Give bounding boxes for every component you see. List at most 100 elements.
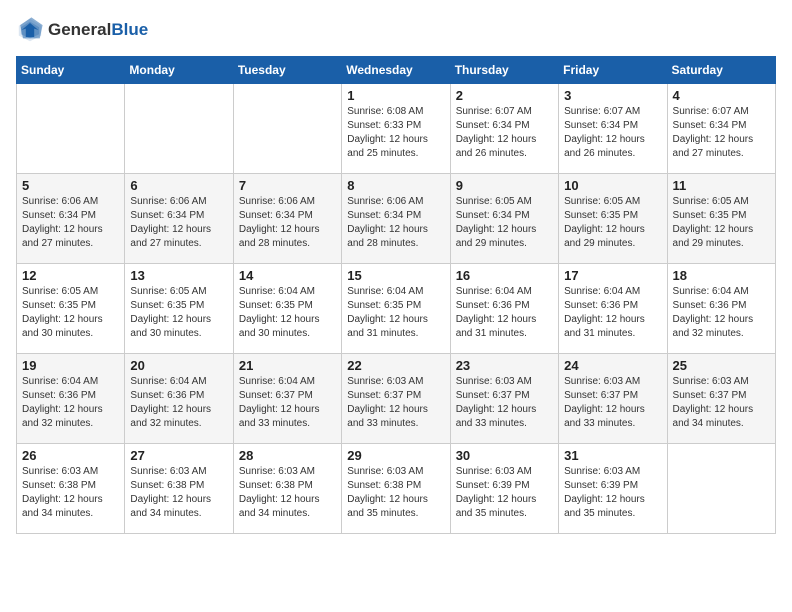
day-number: 16 <box>456 268 553 283</box>
day-number: 23 <box>456 358 553 373</box>
calendar-cell: 11 Sunrise: 6:05 AM Sunset: 6:35 PM Dayli… <box>667 174 775 264</box>
day-info: Sunrise: 6:04 AM Sunset: 6:37 PM Dayligh… <box>239 375 336 431</box>
calendar-cell: 28 Sunrise: 6:03 AM Sunset: 6:38 PM Dayli… <box>233 444 341 534</box>
calendar-cell: 6Sunrise: 6:06 AM Sunset: 6:34 PM Daylig… <box>125 174 233 264</box>
calendar-cell: 9 Sunrise: 6:05 AM Sunset: 6:34 PM Daylig… <box>450 174 558 264</box>
day-number: 25 <box>673 358 770 373</box>
calendar-cell: 3 Sunrise: 6:07 AM Sunset: 6:34 PM Daylig… <box>559 84 667 174</box>
calendar-cell: 4 Sunrise: 6:07 AM Sunset: 6:34 PM Daylig… <box>667 84 775 174</box>
calendar-cell <box>17 84 125 174</box>
day-number: 1 <box>347 88 444 103</box>
calendar-cell: 31 Sunrise: 6:03 AM Sunset: 6:39 PM Dayli… <box>559 444 667 534</box>
calendar-body: 1 Sunrise: 6:08 AM Sunset: 6:33 PM Daylig… <box>17 84 776 534</box>
day-info: Sunrise: 6:05 AM Sunset: 6:35 PM Dayligh… <box>130 285 227 341</box>
weekday-header: Wednesday <box>342 57 450 84</box>
day-info: Sunrise: 6:06 AM Sunset: 6:34 PM Dayligh… <box>239 195 336 251</box>
calendar-cell: 23 Sunrise: 6:03 AM Sunset: 6:37 PM Dayli… <box>450 354 558 444</box>
calendar-header-row: SundayMondayTuesdayWednesdayThursdayFrid… <box>17 57 776 84</box>
day-info: Sunrise: 6:06 AM Sunset: 6:34 PM Dayligh… <box>22 195 119 251</box>
weekday-header: Friday <box>559 57 667 84</box>
logo-icon <box>16 16 44 44</box>
calendar-cell: 13 Sunrise: 6:05 AM Sunset: 6:35 PM Dayli… <box>125 264 233 354</box>
day-number: 22 <box>347 358 444 373</box>
day-info: Sunrise: 6:03 AM Sunset: 6:37 PM Dayligh… <box>347 375 444 431</box>
calendar-cell: 8Sunrise: 6:06 AM Sunset: 6:34 PM Daylig… <box>342 174 450 264</box>
calendar-cell: 26 Sunrise: 6:03 AM Sunset: 6:38 PM Dayli… <box>17 444 125 534</box>
day-number: 13 <box>130 268 227 283</box>
day-number: 28 <box>239 448 336 463</box>
calendar-cell: 21 Sunrise: 6:04 AM Sunset: 6:37 PM Dayli… <box>233 354 341 444</box>
calendar-cell: 16 Sunrise: 6:04 AM Sunset: 6:36 PM Dayli… <box>450 264 558 354</box>
calendar-cell: 30Sunrise: 6:03 AM Sunset: 6:39 PM Dayli… <box>450 444 558 534</box>
calendar-cell <box>667 444 775 534</box>
day-info: Sunrise: 6:04 AM Sunset: 6:36 PM Dayligh… <box>456 285 553 341</box>
calendar-cell: 10Sunrise: 6:05 AM Sunset: 6:35 PM Dayli… <box>559 174 667 264</box>
day-number: 4 <box>673 88 770 103</box>
calendar-cell <box>125 84 233 174</box>
calendar-cell: 2 Sunrise: 6:07 AM Sunset: 6:34 PM Daylig… <box>450 84 558 174</box>
calendar-cell: 25 Sunrise: 6:03 AM Sunset: 6:37 PM Dayli… <box>667 354 775 444</box>
calendar-week-row: 19 Sunrise: 6:04 AM Sunset: 6:36 PM Dayli… <box>17 354 776 444</box>
day-info: Sunrise: 6:03 AM Sunset: 6:38 PM Dayligh… <box>347 465 444 521</box>
calendar-cell <box>233 84 341 174</box>
day-number: 6 <box>130 178 227 193</box>
calendar-cell: 17Sunrise: 6:04 AM Sunset: 6:36 PM Dayli… <box>559 264 667 354</box>
day-number: 19 <box>22 358 119 373</box>
weekday-header: Thursday <box>450 57 558 84</box>
day-info: Sunrise: 6:03 AM Sunset: 6:38 PM Dayligh… <box>130 465 227 521</box>
day-info: Sunrise: 6:03 AM Sunset: 6:37 PM Dayligh… <box>456 375 553 431</box>
day-info: Sunrise: 6:05 AM Sunset: 6:35 PM Dayligh… <box>564 195 661 251</box>
day-number: 29 <box>347 448 444 463</box>
calendar-week-row: 5 Sunrise: 6:06 AM Sunset: 6:34 PM Daylig… <box>17 174 776 264</box>
day-info: Sunrise: 6:07 AM Sunset: 6:34 PM Dayligh… <box>673 105 770 161</box>
calendar-cell: 22 Sunrise: 6:03 AM Sunset: 6:37 PM Dayli… <box>342 354 450 444</box>
day-info: Sunrise: 6:03 AM Sunset: 6:39 PM Dayligh… <box>456 465 553 521</box>
day-info: Sunrise: 6:04 AM Sunset: 6:36 PM Dayligh… <box>22 375 119 431</box>
calendar-week-row: 26 Sunrise: 6:03 AM Sunset: 6:38 PM Dayli… <box>17 444 776 534</box>
day-info: Sunrise: 6:03 AM Sunset: 6:38 PM Dayligh… <box>22 465 119 521</box>
day-info: Sunrise: 6:07 AM Sunset: 6:34 PM Dayligh… <box>564 105 661 161</box>
day-info: Sunrise: 6:03 AM Sunset: 6:37 PM Dayligh… <box>673 375 770 431</box>
day-number: 5 <box>22 178 119 193</box>
day-number: 9 <box>456 178 553 193</box>
day-info: Sunrise: 6:04 AM Sunset: 6:36 PM Dayligh… <box>564 285 661 341</box>
day-number: 3 <box>564 88 661 103</box>
day-info: Sunrise: 6:04 AM Sunset: 6:36 PM Dayligh… <box>673 285 770 341</box>
calendar-cell: 20 Sunrise: 6:04 AM Sunset: 6:36 PM Dayli… <box>125 354 233 444</box>
calendar-cell: 14 Sunrise: 6:04 AM Sunset: 6:35 PM Dayli… <box>233 264 341 354</box>
day-number: 24 <box>564 358 661 373</box>
day-number: 2 <box>456 88 553 103</box>
day-info: Sunrise: 6:03 AM Sunset: 6:39 PM Dayligh… <box>564 465 661 521</box>
day-info: Sunrise: 6:05 AM Sunset: 6:35 PM Dayligh… <box>673 195 770 251</box>
calendar-cell: 12Sunrise: 6:05 AM Sunset: 6:35 PM Dayli… <box>17 264 125 354</box>
weekday-header: Tuesday <box>233 57 341 84</box>
logo-general: GeneralBlue <box>48 21 148 40</box>
day-number: 31 <box>564 448 661 463</box>
day-info: Sunrise: 6:04 AM Sunset: 6:36 PM Dayligh… <box>130 375 227 431</box>
calendar-week-row: 12 Sunrise: 6:05 AM Sunset: 6:35 PM Dayli… <box>17 264 776 354</box>
day-number: 18 <box>673 268 770 283</box>
calendar-cell: 18 Sunrise: 6:04 AM Sunset: 6:36 PM Dayli… <box>667 264 775 354</box>
calendar-cell: 5 Sunrise: 6:06 AM Sunset: 6:34 PM Daylig… <box>17 174 125 264</box>
day-info: Sunrise: 6:03 AM Sunset: 6:38 PM Dayligh… <box>239 465 336 521</box>
day-info: Sunrise: 6:07 AM Sunset: 6:34 PM Dayligh… <box>456 105 553 161</box>
day-number: 26 <box>22 448 119 463</box>
day-number: 21 <box>239 358 336 373</box>
calendar-cell: 15 Sunrise: 6:04 AM Sunset: 6:35 PM Dayli… <box>342 264 450 354</box>
calendar-cell: 27Sunrise: 6:03 AM Sunset: 6:38 PM Dayli… <box>125 444 233 534</box>
day-number: 11 <box>673 178 770 193</box>
calendar-cell: 24Sunrise: 6:03 AM Sunset: 6:37 PM Dayli… <box>559 354 667 444</box>
calendar-cell: 29 Sunrise: 6:03 AM Sunset: 6:38 PM Dayli… <box>342 444 450 534</box>
day-info: Sunrise: 6:04 AM Sunset: 6:35 PM Dayligh… <box>347 285 444 341</box>
day-number: 20 <box>130 358 227 373</box>
calendar-cell: 1 Sunrise: 6:08 AM Sunset: 6:33 PM Daylig… <box>342 84 450 174</box>
logo: GeneralBlue <box>16 16 148 44</box>
day-number: 14 <box>239 268 336 283</box>
day-number: 12 <box>22 268 119 283</box>
day-info: Sunrise: 6:05 AM Sunset: 6:34 PM Dayligh… <box>456 195 553 251</box>
day-info: Sunrise: 6:08 AM Sunset: 6:33 PM Dayligh… <box>347 105 444 161</box>
day-number: 15 <box>347 268 444 283</box>
day-number: 8 <box>347 178 444 193</box>
day-info: Sunrise: 6:04 AM Sunset: 6:35 PM Dayligh… <box>239 285 336 341</box>
calendar-week-row: 1 Sunrise: 6:08 AM Sunset: 6:33 PM Daylig… <box>17 84 776 174</box>
